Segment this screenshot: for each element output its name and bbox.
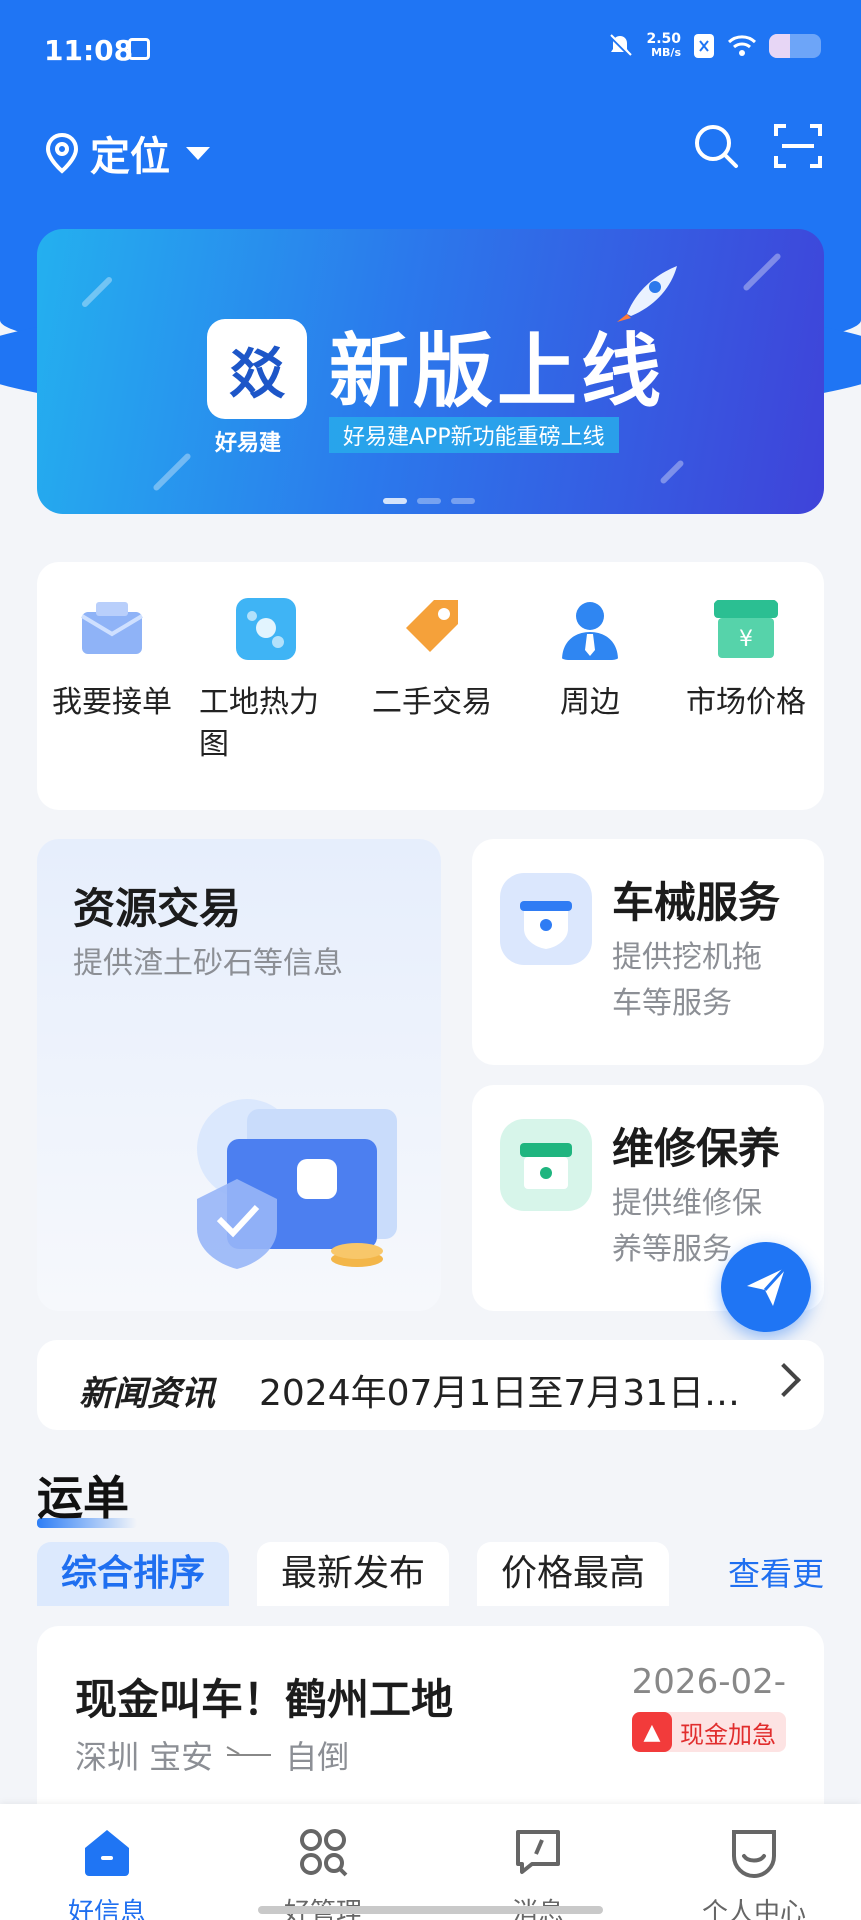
app-logo: 㸚 (207, 319, 307, 419)
maintenance-desc-1: 提供维修保 (612, 1186, 762, 1221)
home-icon (85, 1830, 129, 1876)
nav-item-profile[interactable]: 个人中心 (674, 1826, 834, 1920)
paper-plane-icon (747, 1266, 787, 1306)
quick-item-nearby[interactable]: 周边 (515, 598, 665, 724)
location-pin-icon (45, 132, 79, 174)
quick-item-label: 周边 (560, 685, 620, 720)
tab-comprehensive[interactable]: 综合排序 (37, 1542, 230, 1606)
search-icon[interactable] (690, 120, 742, 172)
tag-icon (406, 600, 458, 652)
mute-icon (609, 34, 633, 58)
resource-trade-card[interactable]: 资源交易 提供渣土砂石等信息 (37, 839, 441, 1311)
banner-dot[interactable] (383, 498, 407, 504)
app-logo-caption: 好易建 (215, 431, 282, 456)
view-more-link[interactable]: 查看更 (728, 1542, 824, 1606)
quick-item-label: 市场价格 (686, 685, 806, 720)
heatmap-icon (236, 598, 296, 660)
send-fab[interactable] (721, 1242, 811, 1332)
person-icon (562, 602, 618, 660)
banner-dot[interactable] (451, 498, 475, 504)
scan-icon[interactable] (772, 120, 824, 172)
grid-search-icon (300, 1829, 348, 1877)
home-indicator[interactable] (258, 1906, 603, 1914)
route-arrow-icon (227, 1754, 272, 1756)
vehicle-service-icon (500, 873, 592, 965)
order-date: 2026-02- (631, 1662, 786, 1702)
tab-highest-price[interactable]: 价格最高 (477, 1542, 670, 1606)
price-box-icon: ¥ (714, 600, 778, 658)
banner-decoration (659, 459, 685, 485)
quick-item-market-price[interactable]: ¥ 市场价格 (671, 598, 821, 724)
smile-icon (732, 1830, 776, 1878)
banner-title: 新版上线 (329, 325, 665, 418)
news-ticker[interactable]: 新闻资讯 2024年07月1日至7月31日… (37, 1340, 824, 1430)
resource-trade-desc: 提供渣土砂石等信息 (73, 946, 343, 981)
svg-text:¥: ¥ (739, 627, 753, 652)
network-speed-value: 2.50 (646, 31, 681, 47)
nav-item-label: 好信息 (67, 1898, 146, 1920)
status-indicators: 2.50 MB/s (606, 32, 821, 60)
location-label: 定位 (90, 134, 170, 180)
vehicle-service-card[interactable]: 车械服务 提供挖机拖 车等服务 (472, 839, 824, 1065)
banner-decoration (80, 275, 114, 309)
nfc-icon (694, 34, 714, 58)
flame-icon: ▲ (632, 1712, 672, 1752)
banner-dot[interactable] (417, 498, 441, 504)
resource-trade-title: 资源交易 (73, 884, 242, 933)
vehicle-service-desc-1: 提供挖机拖 (612, 940, 762, 975)
network-speed: 2.50 MB/s (646, 32, 681, 60)
news-brand: 新闻资讯 (79, 1374, 215, 1414)
status-time: 11:08 (44, 34, 134, 67)
wallet-illustration (197, 1099, 397, 1269)
bottom-nav: 好信息 好管理 消息 个人中心 (0, 1804, 861, 1920)
order-from: 深圳 宝安 (75, 1738, 214, 1776)
wifi-icon (727, 35, 757, 56)
quick-item-label: 我要接单 (52, 685, 172, 720)
order-to: 自倒 (285, 1738, 350, 1776)
promo-banner[interactable]: 㸚 好易建 新版上线 好易建APP新功能重磅上线 (37, 229, 824, 514)
order-route: 深圳 宝安 自倒 (75, 1732, 349, 1778)
chevron-down-icon (186, 146, 210, 160)
banner-decoration (152, 452, 192, 492)
quick-item-take-order[interactable]: 我要接单 (37, 598, 187, 724)
quick-item-heatmap[interactable]: 工地热力图 (191, 598, 341, 766)
tab-latest[interactable]: 最新发布 (257, 1542, 450, 1606)
network-speed-unit: MB/s (651, 46, 681, 59)
nav-item-label: 个人中心 (701, 1898, 806, 1920)
maintenance-desc-2: 养等服务 (612, 1232, 732, 1267)
quick-item-label: 二手交易 (372, 685, 492, 720)
banner-pagination (383, 498, 475, 504)
vehicle-service-title: 车械服务 (612, 878, 781, 927)
quick-menu: 我要接单 工地热力图 二手交易 周边 ¥ 市场价格 (37, 562, 824, 810)
app-logo-glyph: 㸚 (229, 341, 285, 407)
nav-item-info[interactable]: 好信息 (27, 1826, 187, 1920)
envelope-icon (80, 602, 144, 654)
order-title: 现金叫车！鹤州工地 (75, 1675, 454, 1724)
battery-icon (769, 34, 821, 58)
order-sort-tabs: 综合排序 最新发布 价格最高 查看更 (37, 1542, 837, 1606)
banner-decoration (742, 252, 782, 292)
quick-item-label: 工地热力图 (199, 685, 319, 762)
top-bar: 定位 (0, 110, 861, 190)
orders-section-title: 运单 (37, 1462, 137, 1528)
status-bar: 11:08 2.50 MB/s (0, 0, 861, 100)
urgent-badge: ▲ 现金加急 (632, 1712, 786, 1752)
location-selector[interactable]: 定位 (44, 124, 210, 182)
notification-icon (128, 38, 150, 60)
quick-item-secondhand[interactable]: 二手交易 (357, 598, 507, 724)
message-icon (516, 1830, 560, 1874)
banner-subtitle: 好易建APP新功能重磅上线 (329, 417, 619, 453)
vehicle-service-desc-2: 车等服务 (612, 986, 732, 1021)
maintenance-icon (500, 1119, 592, 1211)
urgent-badge-label: 现金加急 (680, 1720, 776, 1749)
news-text: 2024年07月1日至7月31日… (259, 1373, 741, 1414)
maintenance-title: 维修保养 (612, 1124, 781, 1173)
